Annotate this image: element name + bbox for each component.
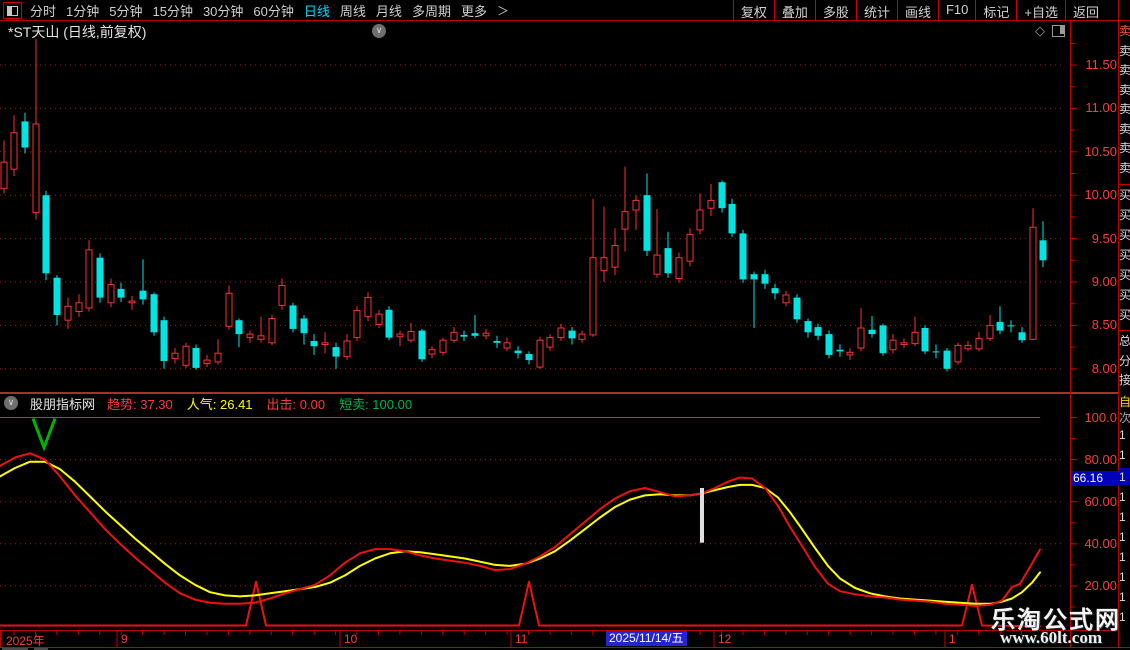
- strip-char: 卖: [1119, 43, 1130, 58]
- trading-app-window: 分时 1分钟 5分钟 15分钟 30分钟 60分钟 日线 周线 月线 多周期 更多＞ 复权 叠加 多股统…: [0, 0, 1130, 650]
- strip-char: 买: [1119, 288, 1130, 302]
- indicator-values: 趋势: 37.30 人气: 26.41 出击: 0.00 短卖: 100.00: [107, 394, 426, 413]
- window-corner-icons: ◇: [1035, 23, 1065, 39]
- month-tick-label: 9: [121, 632, 128, 646]
- strip-char: 次: [1119, 411, 1130, 425]
- strip-char: 1: [1119, 570, 1126, 584]
- strip-char: 卖: [1119, 121, 1130, 136]
- split-pane-icon[interactable]: [1052, 25, 1065, 37]
- month-tick-label: 11: [515, 632, 528, 646]
- cursor-value-badge: 66.16: [1071, 471, 1119, 486]
- strip-char: 买: [1119, 248, 1130, 262]
- strip-char: 买: [1119, 268, 1130, 282]
- diamond-icon[interactable]: ◇: [1035, 23, 1045, 39]
- strip-char: 1: [1119, 510, 1126, 524]
- strip-char: 卖: [1119, 63, 1130, 77]
- strip-char: 自: [1119, 395, 1130, 409]
- strip-char: 1: [1119, 530, 1126, 544]
- page-title: *ST天山 (日线,前复权): [8, 24, 147, 40]
- strip-char: 卖: [1119, 102, 1130, 116]
- strip-char: 卖: [1119, 82, 1130, 97]
- watermark-url: www.60lt.com: [1000, 628, 1102, 647]
- indicator-header: ∨ 股朋指标网 趋势: 37.30 人气: 26.41 出击: 0.00 短卖: 10…: [4, 394, 426, 413]
- strip-char: 卖: [1119, 160, 1130, 175]
- month-tick-label: 1: [949, 632, 956, 646]
- strip-char: 买: [1119, 208, 1130, 222]
- title-dropdown-icon[interactable]: ∨: [372, 24, 386, 38]
- candlestick-and-indicator-chart: [0, 39, 1077, 647]
- strip-char: 总: [1119, 334, 1130, 348]
- crosshair-cursor-line[interactable]: [700, 488, 704, 543]
- strip-char: 卖: [1119, 141, 1130, 155]
- strip-char: 买: [1119, 188, 1130, 202]
- strip-char: 接: [1119, 373, 1130, 387]
- strip-char: 1: [1119, 550, 1126, 564]
- strip-char: 卖: [1119, 24, 1130, 38]
- strip-char: 1: [1119, 428, 1126, 442]
- year-label: 2025年: [6, 634, 45, 648]
- indicator-dropdown-icon[interactable]: ∨: [4, 396, 18, 410]
- month-tick-label: 12: [718, 632, 732, 646]
- indicator-name: 股朋指标网: [30, 396, 96, 412]
- strip-char: 1: [1119, 470, 1126, 484]
- indicator-field-趋势: 趋势: 37.30: [107, 396, 173, 412]
- strip-char: 1: [1119, 490, 1126, 504]
- indicator-field-人气: 人气: 26.41: [186, 396, 253, 412]
- strip-char: 分: [1119, 353, 1130, 368]
- collapsed-quote-panel-strip[interactable]: 卖卖卖卖卖卖卖卖买买买买买买买总分接自次1111111111: [1119, 0, 1130, 650]
- cursor-date-badge: 2025/11/14/五: [606, 631, 687, 646]
- strip-char: 买: [1119, 308, 1130, 322]
- month-tick-label: 10: [344, 632, 358, 646]
- strip-char: 1: [1119, 448, 1126, 462]
- strip-char: 买: [1119, 228, 1130, 242]
- indicator-field-短卖: 短卖: 100.00: [339, 396, 413, 412]
- indicator-field-出击: 出击: 0.00: [266, 396, 326, 412]
